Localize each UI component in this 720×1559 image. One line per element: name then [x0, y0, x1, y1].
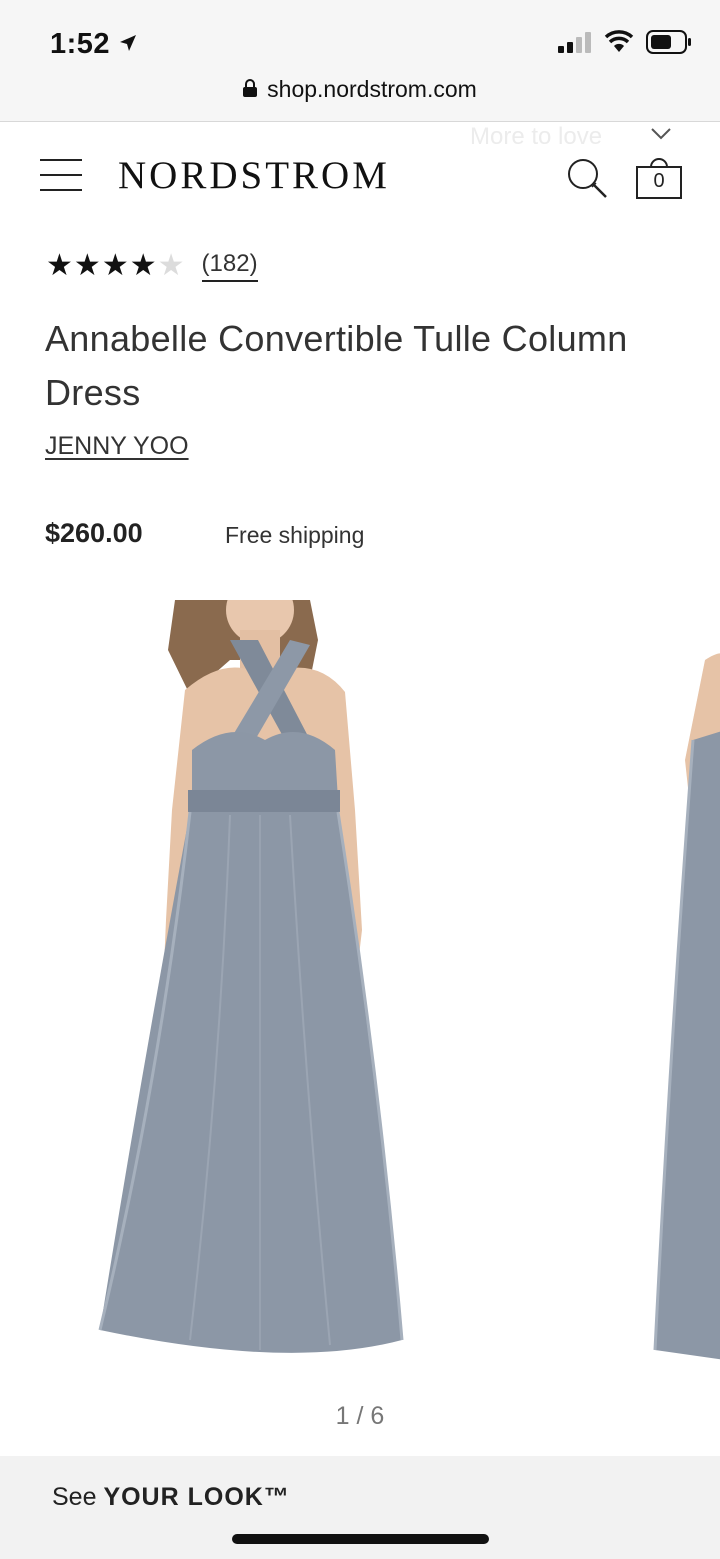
- review-count-link[interactable]: (182): [201, 250, 258, 282]
- status-indicators: [558, 30, 692, 59]
- bag-count: 0: [653, 170, 665, 192]
- status-bar: 1:52 shop.nordstrom.com: [0, 0, 720, 122]
- lock-icon: [243, 76, 258, 103]
- star-icon: ★: [46, 249, 74, 282]
- price: $260.00: [45, 518, 143, 548]
- home-indicator: [232, 1534, 489, 1544]
- search-icon[interactable]: [566, 157, 610, 201]
- nordstrom-logo[interactable]: NORDSTROM: [118, 153, 390, 198]
- chevron-down-icon: [650, 127, 672, 146]
- site-header: More to love NORDSTROM 0: [0, 123, 720, 233]
- star-icon: ★: [101, 249, 130, 282]
- wifi-icon: [604, 30, 634, 59]
- shipping-info: Free shipping: [225, 522, 365, 548]
- rating: ★★★★★ (182): [46, 250, 258, 282]
- star-icon: ★: [157, 249, 186, 282]
- star-icon: ★: [129, 249, 158, 282]
- url-text: shop.nordstrom.com: [267, 76, 477, 102]
- image-counter: 1 / 6: [335, 1402, 385, 1430]
- location-arrow-icon: [118, 28, 138, 61]
- menu-icon[interactable]: [40, 159, 82, 195]
- product-image-carousel[interactable]: [0, 600, 720, 1380]
- address-bar[interactable]: shop.nordstrom.com: [0, 76, 720, 103]
- clock-text: 1:52: [50, 28, 111, 60]
- battery-icon: [646, 30, 692, 59]
- your-look-text: YOUR LOOK™: [103, 1483, 290, 1511]
- brand-link[interactable]: JENNY YOO: [45, 432, 189, 461]
- signal-icon: [558, 31, 592, 58]
- see-your-look-prefix: See: [52, 1483, 104, 1511]
- shopping-bag-icon[interactable]: 0: [634, 153, 684, 203]
- see-your-look-label: See YOUR LOOK™: [52, 1483, 290, 1512]
- product-title: Annabelle Convertible Tulle Column Dress: [45, 318, 628, 413]
- product-image-next[interactable]: [645, 600, 720, 1380]
- status-time: 1:52: [50, 28, 138, 61]
- star-rating: ★★★★★: [46, 250, 186, 282]
- star-icon: ★: [73, 249, 102, 282]
- product-image-main[interactable]: [80, 600, 500, 1380]
- more-to-love-label: More to love: [470, 123, 603, 150]
